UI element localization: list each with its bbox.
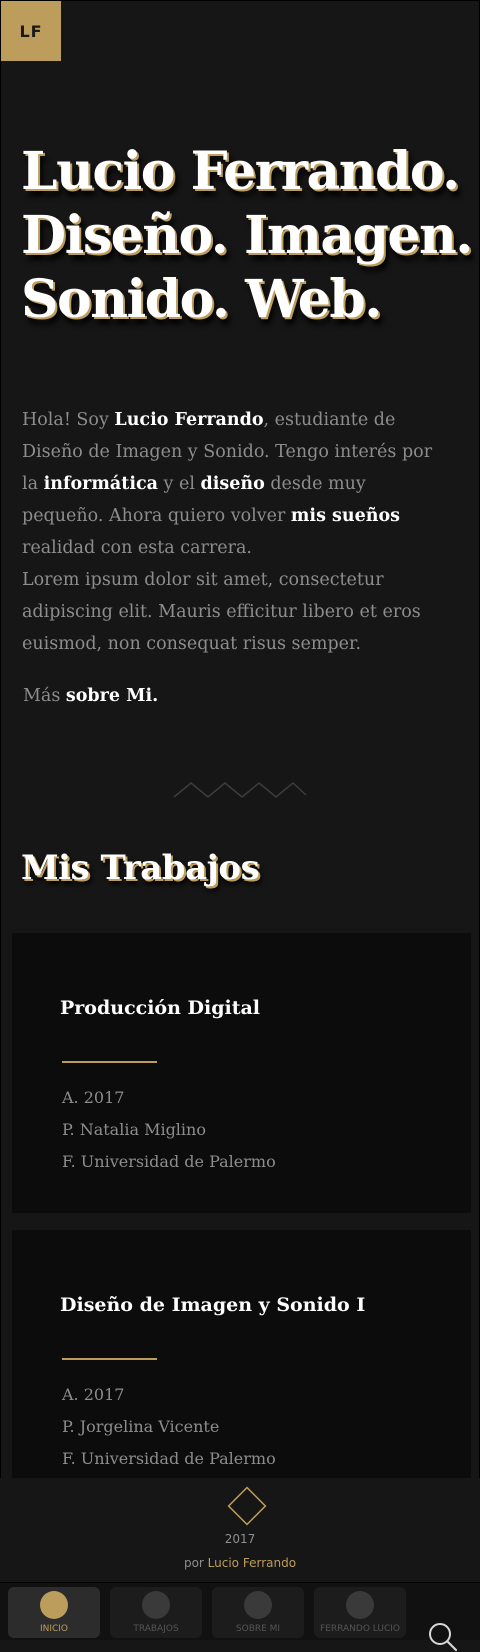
zigzag-divider-icon xyxy=(173,782,307,798)
footer-byline: por Lucio Ferrando xyxy=(0,1556,480,1570)
intro-highlight-diseno: diseño xyxy=(200,474,265,494)
intro-text: Hola! Soy Lucio Ferrando, estudiante de … xyxy=(22,404,452,660)
work-card[interactable]: Producción Digital A. 2017 P. Natalia Mi… xyxy=(12,933,471,1213)
nav-item-ferrando-lucio[interactable]: FERRANDO LUCIO xyxy=(314,1587,406,1638)
work-card-year: A. 2017 xyxy=(62,1385,125,1404)
nav-item-sobre-mi[interactable]: SOBRE MI xyxy=(212,1587,304,1638)
nav-item-trabajos[interactable]: TRABAJOS xyxy=(110,1587,202,1638)
intro-highlight-informatica: in­formática xyxy=(43,474,158,494)
work-card-rule xyxy=(62,1061,157,1063)
more-about-link[interactable]: Más sobre Mi. xyxy=(23,686,158,706)
intro-text-segment: y el xyxy=(157,474,201,494)
byline-author-link[interactable]: Lucio Ferrando xyxy=(208,1556,296,1570)
work-card-title: Producción Digital xyxy=(60,997,261,1019)
work-card-meta: A. 2017 P. Jorgelina Vicente F. Universi… xyxy=(62,1379,276,1475)
nav-item-inicio[interactable]: INICIO xyxy=(8,1587,100,1638)
nav-item-label: SOBRE MI xyxy=(235,1624,281,1634)
hero-line: Diseño. Imagen. xyxy=(21,205,473,266)
work-card-rule xyxy=(62,1358,157,1360)
intro-text-segment: realidad con esta carre­ra. xyxy=(22,538,252,558)
byline-prefix: por xyxy=(183,1556,208,1570)
hero-line: Sonido. Web. xyxy=(21,269,382,330)
work-card-professor: P. Jorgelina Vicente xyxy=(62,1417,220,1436)
bottom-nav: INICIO TRABAJOS SOBRE MI FERRANDO LUCIO xyxy=(0,1582,480,1640)
nav-item-label: FERRANDO LUCIO xyxy=(320,1624,400,1634)
intro-paragraph-2: Lorem ipsum dolor sit amet, consectetur … xyxy=(22,570,421,654)
hero-heading: Lucio Ferrando. Diseño. Imagen. Sonido. … xyxy=(21,140,473,332)
nav-item-label: TRABAJOS xyxy=(133,1624,179,1634)
nav-dot-icon xyxy=(244,1591,272,1619)
work-card[interactable]: Diseño de Imagen y Sonido I A. 2017 P. J… xyxy=(12,1230,471,1478)
nav-dot-icon xyxy=(346,1591,374,1619)
nav-dot-icon xyxy=(142,1591,170,1619)
nav-item-label: INICIO xyxy=(39,1624,69,1634)
more-link-text[interactable]: sobre Mi. xyxy=(66,686,158,706)
work-card-professor: P. Natalia Miglino xyxy=(62,1120,206,1139)
logo[interactable]: LF xyxy=(1,1,61,61)
intro-text-segment: Hola! Soy xyxy=(22,410,115,430)
work-card-faculty: F. Universidad de Palermo xyxy=(62,1449,276,1468)
work-card-faculty: F. Universidad de Palermo xyxy=(62,1152,276,1171)
work-card-title: Diseño de Imagen y Sonido I xyxy=(60,1294,366,1316)
nav-dot-icon xyxy=(40,1591,68,1619)
work-card-meta: A. 2017 P. Natalia Miglino F. Universida… xyxy=(62,1082,276,1178)
intro-highlight-name: Lucio Ferrando xyxy=(114,410,264,430)
more-prefix: Más xyxy=(23,686,66,706)
hero-line: Lucio Ferrando. xyxy=(21,141,460,202)
footer-year: 2017 xyxy=(224,1532,256,1546)
work-card-year: A. 2017 xyxy=(62,1088,125,1107)
works-section-title: Mis Trabajos xyxy=(21,848,260,888)
intro-paragraph-1: Hola! Soy Lucio Ferrando, estudiante de … xyxy=(22,404,452,564)
search-icon[interactable] xyxy=(428,1622,458,1652)
diamond-icon xyxy=(227,1486,267,1526)
intro-highlight-suenos: mis sueños xyxy=(290,506,400,526)
